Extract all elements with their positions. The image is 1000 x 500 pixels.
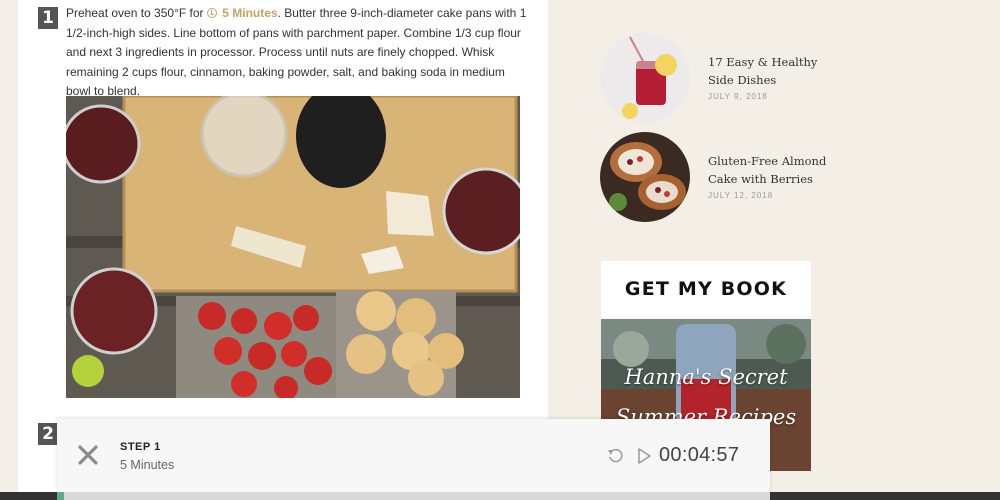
timer-progress-fill [57, 492, 65, 500]
book-cover-title-line1: Hanna's Secret [624, 365, 788, 389]
step-number-2: 2 [38, 423, 58, 445]
sidebar-post-2[interactable]: Gluten-Free Almond Cake with Berries JUL… [600, 132, 830, 222]
instruction-text-start: Preheat oven to 350°F for [66, 6, 207, 20]
cook-timer-bar: STEP 1 5 Minutes 00:04:57 [57, 419, 770, 492]
page-edge [0, 492, 57, 500]
sidebar-post-1[interactable]: 17 Easy & Healthy Side Dishes JULY 9, 20… [600, 33, 830, 123]
timer-link[interactable]: 5 Minutes [206, 6, 278, 20]
close-icon[interactable] [77, 444, 99, 466]
step-number-1: 1 [38, 7, 58, 29]
timer-step-duration: 5 Minutes [120, 458, 175, 472]
timer-progress-track [57, 492, 770, 500]
post-date: JULY 12, 2018 [708, 191, 774, 200]
post-title[interactable]: Gluten-Free Almond Cake with Berries [708, 152, 828, 188]
timer-countdown: 00:04:57 [659, 444, 740, 466]
step-photo [66, 96, 520, 398]
page-edge [770, 492, 1000, 500]
post-thumbnail[interactable] [600, 33, 690, 123]
reset-icon[interactable] [607, 447, 625, 465]
clock-icon [206, 8, 217, 18]
step-1-instruction: Preheat oven to 350°F for 5 Minutes. But… [66, 4, 528, 102]
post-date: JULY 9, 2018 [708, 92, 768, 101]
book-heading: GET MY BOOK [624, 278, 788, 300]
post-thumbnail[interactable] [600, 132, 690, 222]
timer-step-label: STEP 1 [120, 441, 161, 453]
timer-link-label: 5 Minutes [222, 6, 278, 20]
play-icon[interactable] [635, 447, 653, 465]
post-title[interactable]: 17 Easy & Healthy Side Dishes [708, 53, 828, 89]
